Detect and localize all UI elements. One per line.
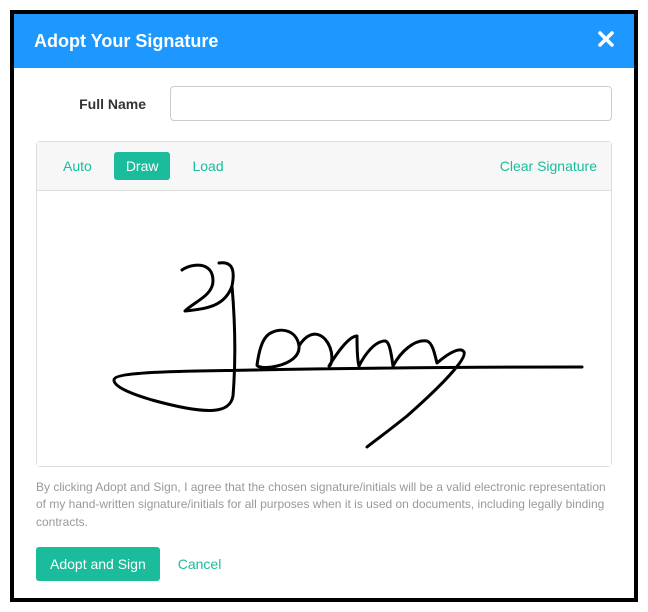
- full-name-row: Full Name: [36, 86, 612, 121]
- modal-header: Adopt Your Signature: [14, 14, 634, 68]
- cancel-link[interactable]: Cancel: [178, 556, 222, 572]
- modal-title: Adopt Your Signature: [34, 31, 218, 52]
- signature-modal: Adopt Your Signature Full Name Auto Draw…: [10, 10, 638, 602]
- signature-panel-heading: Auto Draw Load Clear Signature: [37, 142, 611, 191]
- signature-panel: Auto Draw Load Clear Signature: [36, 141, 612, 467]
- adopt-and-sign-button[interactable]: Adopt and Sign: [36, 547, 160, 581]
- tab-load[interactable]: Load: [180, 152, 235, 180]
- footer-actions: Adopt and Sign Cancel: [36, 547, 612, 581]
- tab-auto[interactable]: Auto: [51, 152, 104, 180]
- tab-draw[interactable]: Draw: [114, 152, 171, 180]
- modal-body: Full Name Auto Draw Load Clear Signature…: [14, 68, 634, 599]
- signature-mode-tabs: Auto Draw Load: [51, 152, 236, 180]
- full-name-input[interactable]: [170, 86, 612, 121]
- full-name-label: Full Name: [36, 96, 170, 112]
- disclaimer-text: By clicking Adopt and Sign, I agree that…: [36, 479, 612, 531]
- close-icon[interactable]: [598, 31, 614, 51]
- signature-canvas[interactable]: [37, 191, 611, 466]
- drawn-signature: [37, 191, 611, 466]
- clear-signature-link[interactable]: Clear Signature: [500, 158, 597, 174]
